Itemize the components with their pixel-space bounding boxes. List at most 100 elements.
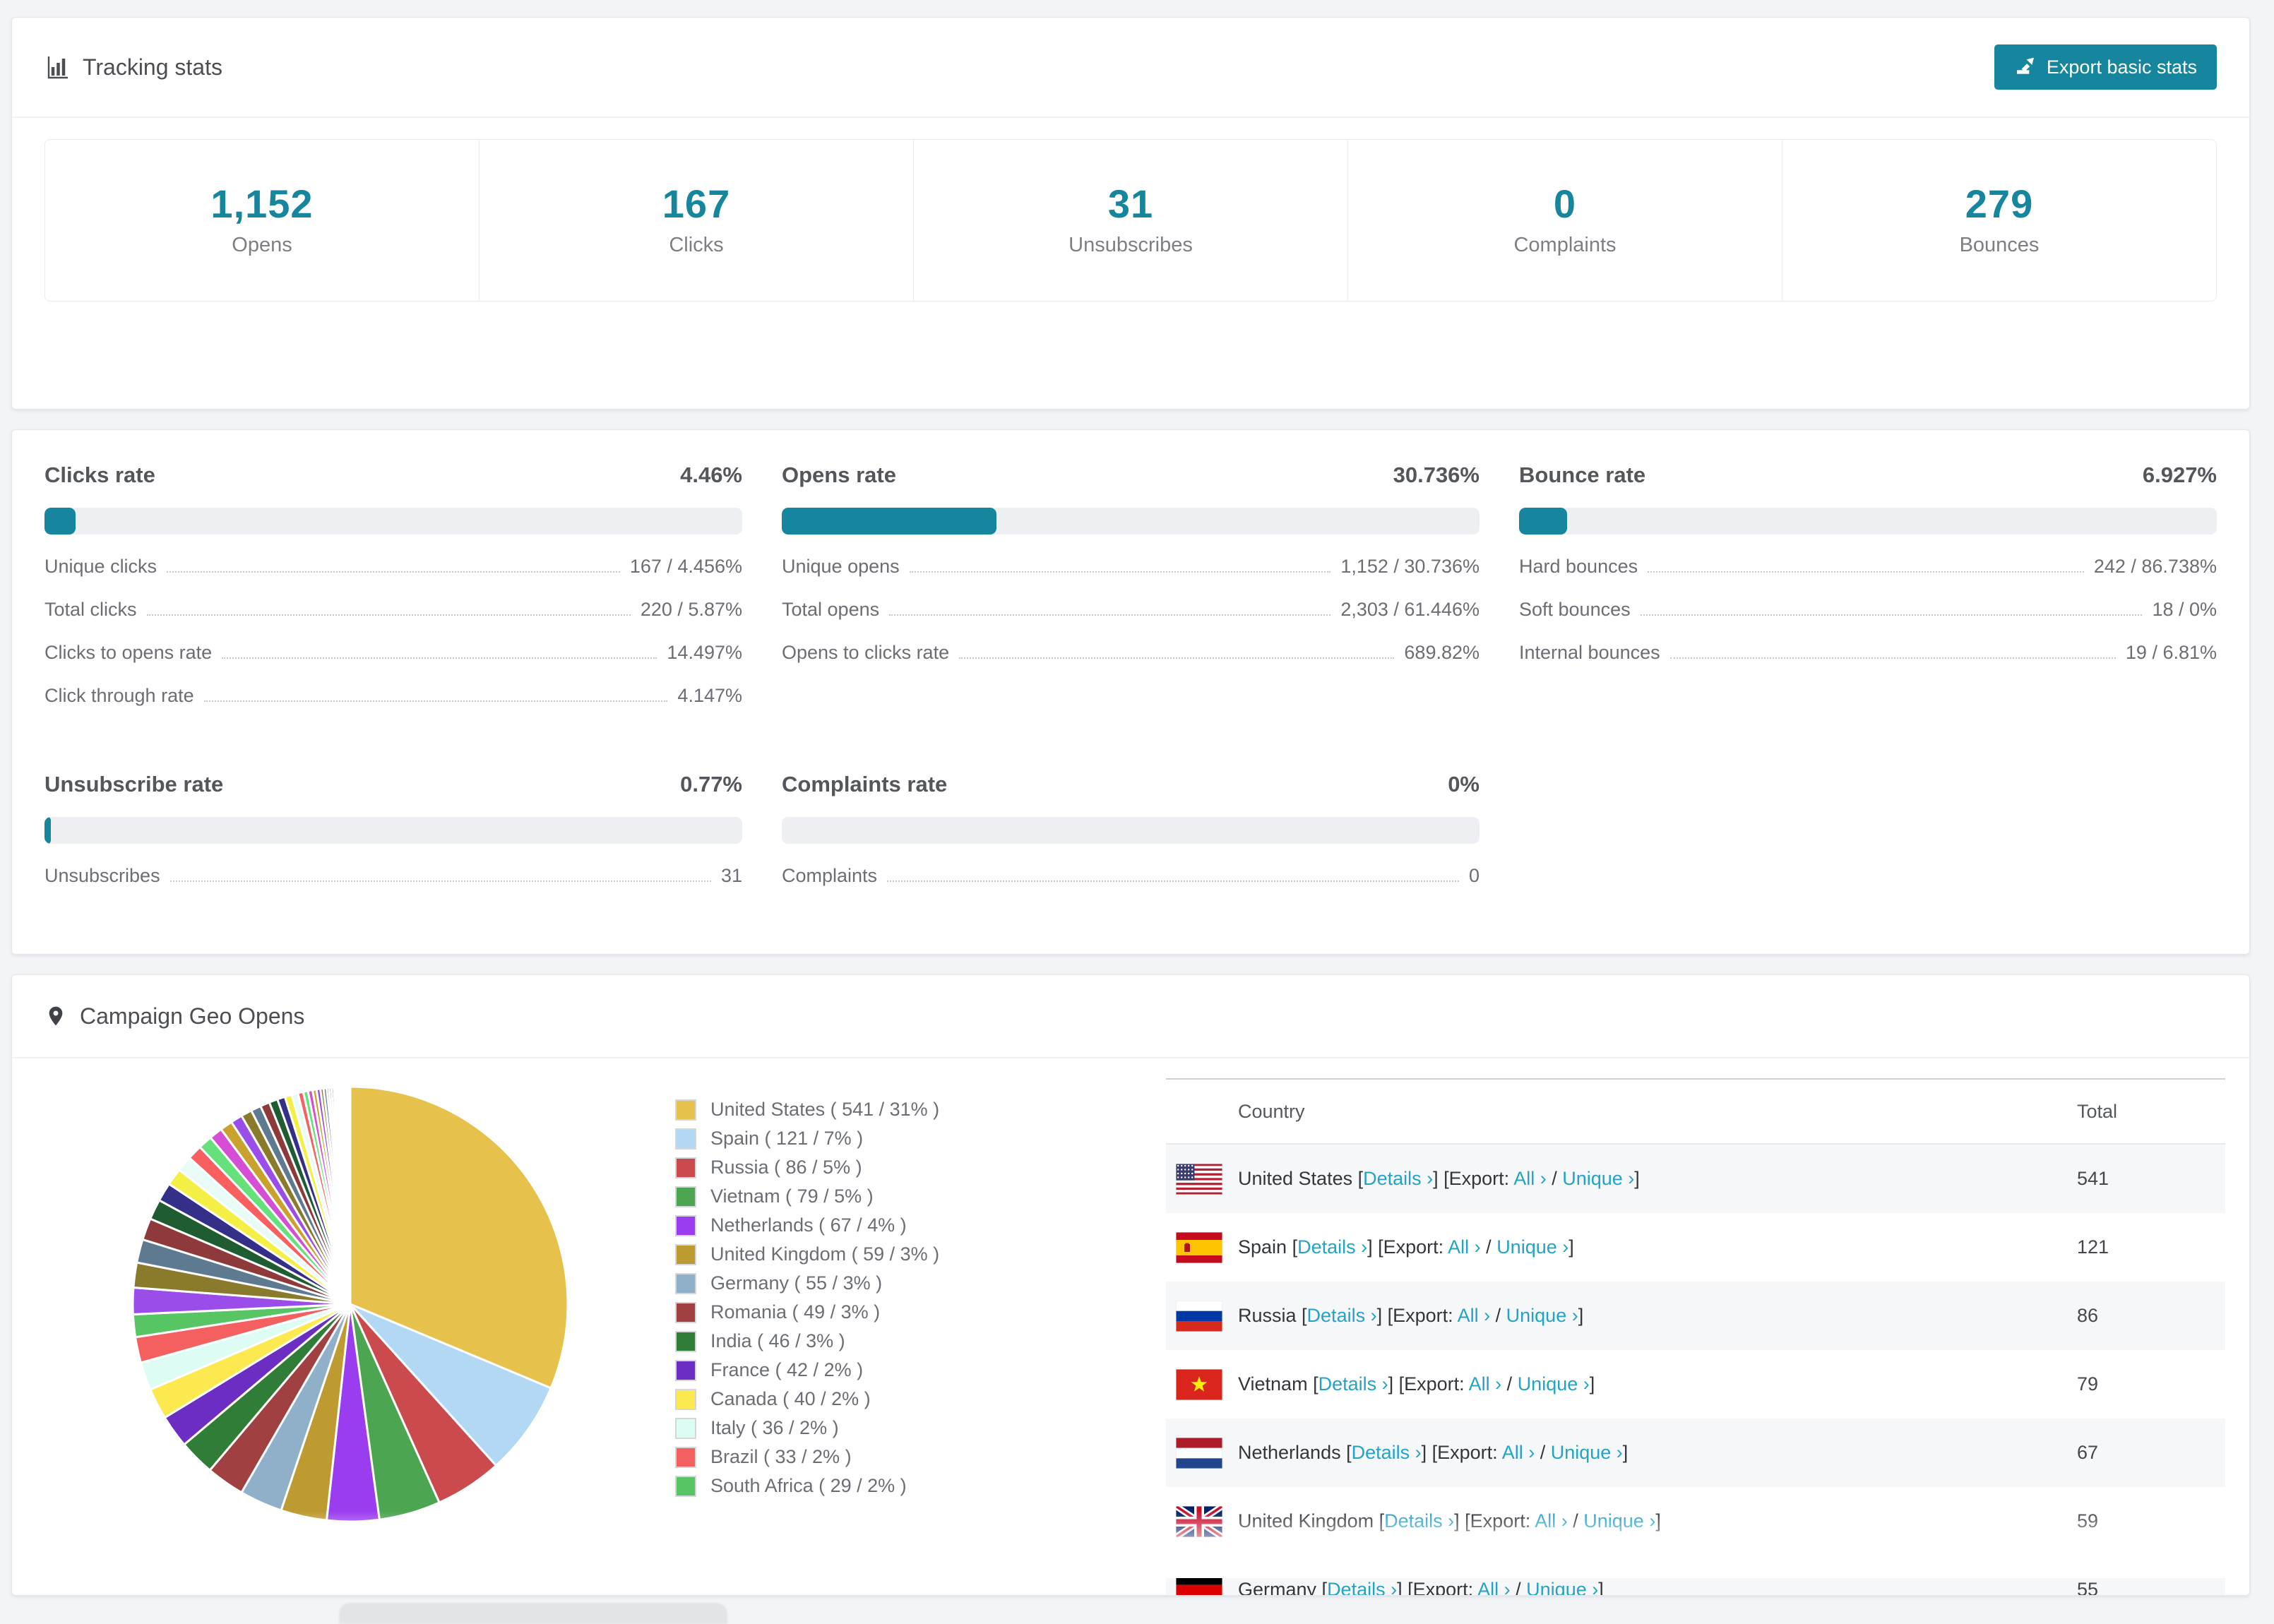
geo-title-text: Campaign Geo Opens — [80, 1003, 305, 1029]
export-basic-stats-button[interactable]: Export basic stats — [1994, 44, 2217, 90]
legend-swatch — [675, 1446, 696, 1468]
legend-label: Netherlands ( 67 / 4% ) — [710, 1214, 907, 1236]
rate-title: Clicks rate — [44, 462, 155, 487]
country-cell: Germany [Details ›] [Export: All › / Uni… — [1222, 1579, 2077, 1596]
rate-row: Total opens 2,303 / 61.446% — [782, 599, 1480, 621]
rate-row-value: 0 — [1468, 865, 1480, 886]
rate-progress-fill — [44, 508, 76, 535]
summary-stat-value: 167 — [662, 181, 731, 226]
details-link[interactable]: Details › — [1307, 1305, 1377, 1326]
rate-rows: Hard bounces 242 / 86.738% Soft bounces 18 … — [1519, 556, 2217, 664]
legend-swatch — [675, 1301, 696, 1323]
bracket: ] [Export: — [1397, 1579, 1478, 1596]
total-cell: 79 — [2077, 1373, 2099, 1395]
legend-label: Romania ( 49 / 3% ) — [710, 1301, 881, 1323]
card-title-text: Tracking stats — [83, 54, 222, 80]
bracket: ] [Export: — [1367, 1236, 1448, 1258]
map-pin-icon — [44, 1005, 67, 1027]
export-all-link[interactable]: All › — [1535, 1510, 1568, 1532]
details-link[interactable]: Details › — [1327, 1579, 1397, 1595]
export-all-link[interactable]: All › — [1469, 1373, 1502, 1395]
details-link[interactable]: Details › — [1384, 1510, 1454, 1532]
rate-block: Opens rate 30.736% Unique opens 1,152 / 30.… — [782, 462, 1480, 707]
bar-chart-icon — [44, 54, 70, 80]
export-all-link[interactable]: All › — [1502, 1442, 1535, 1463]
bracket: [ — [1379, 1510, 1385, 1532]
table-row-nl: Netherlands [Details ›] [Export: All › /… — [1166, 1419, 2225, 1487]
export-unique-link[interactable]: Unique › — [1496, 1236, 1568, 1258]
rate-row: Click through rate 4.147% — [44, 685, 742, 707]
bracket: [ — [1302, 1305, 1307, 1326]
rate-row-value: 31 — [720, 865, 742, 886]
rate-header: Complaints rate 0% — [782, 772, 1480, 797]
export-unique-link[interactable]: Unique › — [1526, 1579, 1598, 1595]
export-unique-link[interactable]: Unique › — [1518, 1373, 1590, 1395]
legend-swatch — [675, 1388, 696, 1410]
country-name: Spain — [1238, 1236, 1292, 1258]
flag-ru-icon — [1176, 1300, 1222, 1332]
geo-table-header: Country Total — [1166, 1080, 2225, 1145]
rate-row-label: Unique clicks — [44, 556, 157, 577]
country-name: Germany — [1238, 1579, 1322, 1596]
summary-stat: 31 Unsubscribes — [913, 140, 1347, 301]
legend-swatch — [675, 1243, 696, 1265]
rate-row-label: Unsubscribes — [44, 865, 160, 886]
summary-stat: 279 Bounces — [1782, 140, 2216, 301]
export-unique-link[interactable]: Unique › — [1583, 1510, 1655, 1532]
details-link[interactable]: Details › — [1297, 1236, 1367, 1258]
table-row-vn: Vietnam [Details ›] [Export: All › / Uni… — [1166, 1350, 2225, 1419]
rate-value: 0% — [1448, 772, 1480, 796]
export-all-link[interactable]: All › — [1477, 1579, 1511, 1595]
export-all-link[interactable]: All › — [1448, 1236, 1481, 1258]
bracket: ] — [1634, 1168, 1640, 1189]
table-row-us: United States [Details ›] [Export: All ›… — [1166, 1145, 2225, 1213]
details-link[interactable]: Details › — [1363, 1168, 1433, 1189]
details-link[interactable]: Details › — [1352, 1442, 1422, 1463]
bracket: [ — [1346, 1442, 1352, 1463]
legend-label: India ( 46 / 3% ) — [710, 1330, 845, 1351]
legend-label: Germany ( 55 / 3% ) — [710, 1272, 883, 1294]
rate-row: Opens to clicks rate 689.82% — [782, 642, 1480, 664]
legend-item: Spain ( 121 / 7% ) — [675, 1124, 939, 1153]
rate-header: Clicks rate 4.46% — [44, 462, 742, 488]
legend-swatch — [675, 1475, 696, 1497]
export-unique-link[interactable]: Unique › — [1562, 1168, 1634, 1189]
legend-swatch — [675, 1128, 696, 1150]
separator: / — [1480, 1236, 1497, 1258]
legend-item: United States ( 541 / 31% ) — [675, 1095, 939, 1124]
table-row-gb: United Kingdom [Details ›] [Export: All … — [1166, 1487, 2225, 1556]
rate-progress-bar — [782, 508, 1480, 535]
table-row-es: Spain [Details ›] [Export: All › / Uniqu… — [1166, 1213, 2225, 1282]
rate-title: Unsubscribe rate — [44, 772, 224, 796]
bottom-edge-overlay — [339, 1603, 727, 1624]
rate-title: Bounce rate — [1519, 462, 1646, 487]
rate-row-label: Unique opens — [782, 556, 900, 577]
summary-stat-label: Complaints — [1513, 234, 1617, 256]
export-all-link[interactable]: All › — [1458, 1305, 1491, 1326]
details-link[interactable]: Details › — [1318, 1373, 1388, 1395]
export-unique-link[interactable]: Unique › — [1506, 1305, 1578, 1326]
rate-row-label: Hard bounces — [1519, 556, 1638, 577]
legend-item: Russia ( 86 / 5% ) — [675, 1153, 939, 1182]
summary-stat: 167 Clicks — [479, 140, 913, 301]
rate-row-value: 167 / 4.456% — [629, 556, 742, 577]
legend-label: Spain ( 121 / 7% ) — [710, 1128, 864, 1149]
rate-row-value: 14.497% — [667, 642, 742, 663]
legend-swatch — [675, 1099, 696, 1121]
rate-progress-bar — [782, 817, 1480, 844]
rate-header: Bounce rate 6.927% — [1519, 462, 2217, 488]
bracket: [ — [1313, 1373, 1318, 1395]
separator: / — [1567, 1510, 1584, 1532]
legend-item: United Kingdom ( 59 / 3% ) — [675, 1240, 939, 1269]
bracket: [ — [1292, 1236, 1298, 1258]
summary-stat-label: Bounces — [1959, 234, 2040, 256]
export-all-link[interactable]: All › — [1513, 1168, 1547, 1189]
rate-progress-bar — [44, 508, 742, 535]
rate-row-value: 1,152 / 30.736% — [1340, 556, 1480, 577]
rate-block: Clicks rate 4.46% Unique clicks 167 / 4.456… — [44, 462, 742, 707]
export-unique-link[interactable]: Unique › — [1551, 1442, 1623, 1463]
flag-nl-icon — [1176, 1437, 1222, 1469]
geo-opens-pie-chart[interactable] — [124, 1078, 576, 1530]
dotted-leader — [889, 614, 1331, 616]
legend-swatch — [675, 1272, 696, 1294]
